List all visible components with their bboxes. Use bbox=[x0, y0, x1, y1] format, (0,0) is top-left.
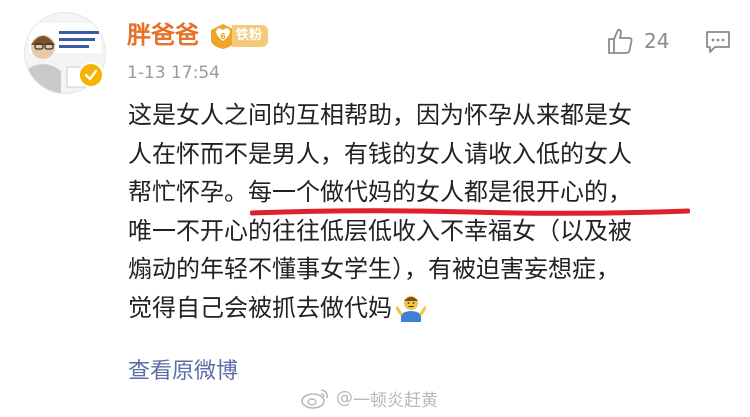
thumbs-up-icon bbox=[608, 28, 633, 54]
watermark: @ 一顿炎赶黄 bbox=[300, 386, 438, 411]
weibo-logo-icon bbox=[301, 389, 328, 409]
weibo-comment-card: 胖爸爸 6 铁粉 1-13 17:54 24 这是女人之间的互相帮助，因为怀孕从… bbox=[0, 0, 750, 417]
post-body-line: 觉得自己会被抓去做代妈 bbox=[128, 293, 392, 322]
post-body-line-last: 觉得自己会被抓去做代妈 bbox=[128, 289, 728, 328]
red-underline-annotation bbox=[250, 208, 690, 216]
fan-badge: 6 铁粉 bbox=[208, 22, 269, 50]
post-body-line: 人在怀而不是男人，有钱的女人请收入低的女人 bbox=[128, 139, 632, 168]
watermark-text: 一顿炎赶黄 bbox=[353, 390, 438, 411]
view-original-link[interactable]: 查看原微博 bbox=[128, 357, 238, 387]
post-timestamp: 1-13 17:54 bbox=[127, 63, 220, 83]
person-shrugging-emoji bbox=[395, 292, 427, 322]
like-button[interactable]: 24 bbox=[606, 26, 669, 56]
post-body-line: 这是女人之间的互相帮助，因为怀孕从来都是女 bbox=[128, 101, 632, 129]
svg-text:6: 6 bbox=[220, 32, 226, 41]
like-count: 24 bbox=[644, 29, 670, 53]
fan-badge-label: 铁粉 bbox=[232, 25, 269, 47]
post-body-line: 煽动的年轻不懂事女学生），有被迫害妄想症， bbox=[128, 255, 620, 283]
verified-badge-icon bbox=[78, 62, 104, 88]
author-name[interactable]: 胖爸爸 bbox=[127, 20, 199, 50]
comment-icon[interactable] bbox=[705, 30, 731, 54]
